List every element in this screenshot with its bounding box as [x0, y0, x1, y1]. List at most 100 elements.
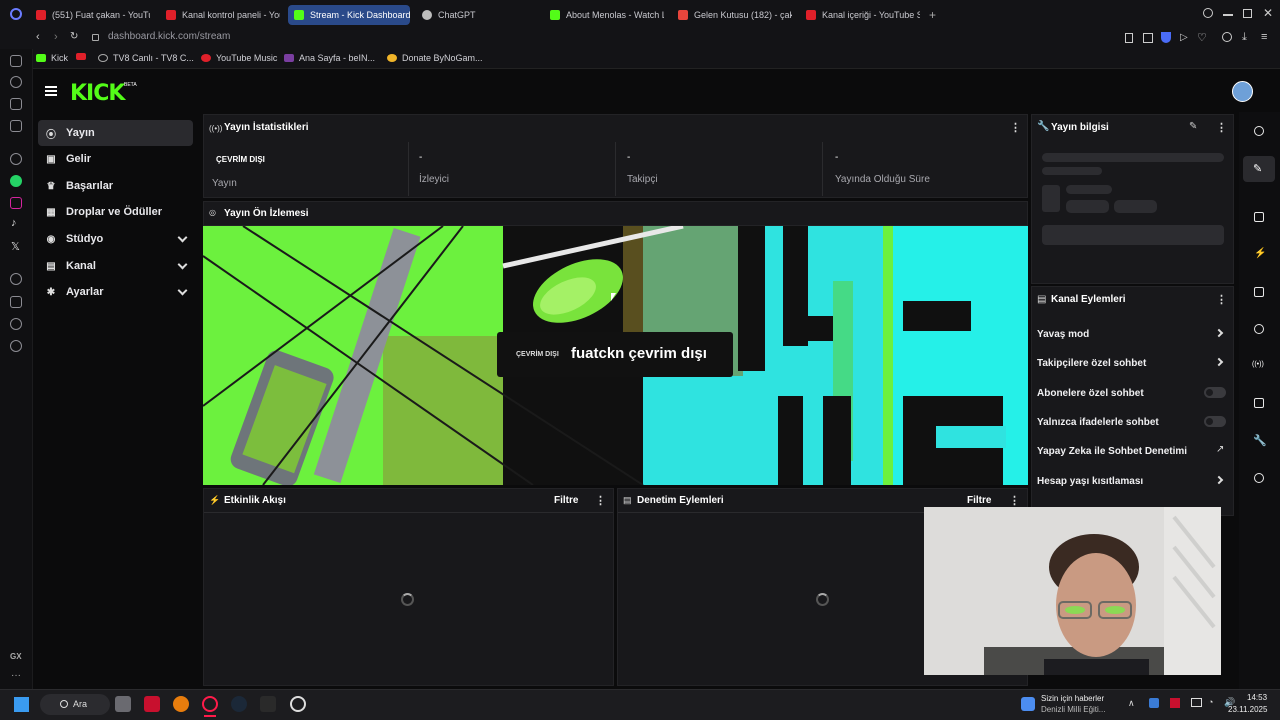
- minimize-icon[interactable]: [1223, 14, 1233, 16]
- download-icon[interactable]: ⤓: [1242, 31, 1247, 44]
- nav-item-studyo[interactable]: ◉ Stüdyo: [38, 226, 193, 252]
- reload-icon[interactable]: ↻: [70, 31, 78, 42]
- clipboard-icon[interactable]: [1254, 287, 1264, 297]
- heart-icon[interactable]: ♡: [1197, 31, 1207, 44]
- bookmark-youtube[interactable]: [76, 53, 86, 60]
- edit-icon[interactable]: ✎: [1253, 162, 1262, 175]
- messenger-m-icon[interactable]: [10, 120, 22, 132]
- stream-info-menu-icon[interactable]: ⋮: [1216, 121, 1227, 134]
- tiktok-icon[interactable]: ♪: [11, 217, 17, 229]
- maximize-icon[interactable]: [1243, 9, 1252, 18]
- channel-actions-menu-icon[interactable]: ⋮: [1216, 293, 1227, 306]
- emotes-only-toggle[interactable]: [1204, 416, 1226, 427]
- nav-item-basarilar[interactable]: ♛ Başarılar: [38, 173, 193, 199]
- bookmark-kick[interactable]: Kick: [36, 53, 68, 63]
- bolt-icon[interactable]: ⚡: [1254, 248, 1266, 259]
- vpn-shield-icon[interactable]: [1161, 32, 1171, 43]
- wrench-rail-icon[interactable]: 🔧: [1253, 434, 1267, 447]
- news-title[interactable]: Sizin için haberler: [1041, 694, 1104, 703]
- profile-icon[interactable]: [1222, 32, 1232, 42]
- file-explorer-icon[interactable]: [115, 696, 131, 712]
- browser-tab[interactable]: Kanal kontrol paneli - YouTube: [160, 5, 280, 25]
- tray-amd-icon[interactable]: [1170, 698, 1180, 708]
- taskbar-date[interactable]: 23.11.2025: [1228, 705, 1267, 714]
- browser-tab[interactable]: Kanal içeriği - YouTube St: [800, 5, 920, 25]
- browser-tab[interactable]: About Menolas - Watch L: [544, 5, 664, 25]
- apps-icon[interactable]: [10, 296, 22, 308]
- obs-icon[interactable]: [290, 696, 306, 712]
- hamburger-menu-icon[interactable]: [45, 86, 57, 96]
- music-icon[interactable]: [10, 273, 22, 285]
- windows-start-icon[interactable]: [14, 697, 29, 712]
- x-icon[interactable]: 𝕏: [11, 240, 20, 253]
- browser-tab-active[interactable]: Stream - Kick Dashboard: [288, 5, 410, 25]
- tray-monitor-icon[interactable]: [1191, 698, 1202, 707]
- tray-app-icon[interactable]: [1149, 698, 1159, 708]
- nav-item-yayin[interactable]: ⦿ Yayın: [38, 120, 193, 146]
- play-icon[interactable]: ▷: [1180, 32, 1188, 43]
- tray-network-icon[interactable]: ◔: [1208, 697, 1213, 707]
- bookmark-bein[interactable]: Ana Sayfa - beIN...: [284, 53, 375, 63]
- nav-item-gelir[interactable]: ▣ Gelir: [38, 146, 193, 172]
- external-link-icon[interactable]: ↗: [1216, 444, 1224, 455]
- info-icon[interactable]: [1254, 126, 1264, 136]
- kick-logo[interactable]: KICK: [70, 81, 125, 106]
- bookmark-tv8[interactable]: TV8 Canlı - TV8 C...: [98, 53, 194, 63]
- edit-pencil-icon[interactable]: ✎: [1189, 121, 1197, 132]
- tray-chevron-up-icon[interactable]: ∧: [1128, 698, 1135, 709]
- taskbar-time[interactable]: 14:53: [1247, 693, 1267, 702]
- nav-item-ayarlar[interactable]: ✱ Ayarlar: [38, 279, 193, 305]
- menu-icon[interactable]: ≡: [1261, 31, 1267, 43]
- chat-icon[interactable]: [1254, 324, 1264, 334]
- nav-item-droplar[interactable]: ▦ Droplar ve Ödüller: [38, 199, 193, 225]
- layout-icon[interactable]: [1254, 398, 1264, 408]
- chatgpt-sidebar-icon[interactable]: [10, 153, 22, 165]
- search-tabs-icon[interactable]: [1203, 8, 1213, 18]
- more-icon[interactable]: ···: [11, 670, 21, 681]
- url-text[interactable]: dashboard.kick.com/stream: [108, 31, 230, 42]
- instagram-icon[interactable]: [10, 197, 22, 209]
- nav-item-kanal[interactable]: ▤ Kanal: [38, 253, 193, 279]
- steam-icon[interactable]: [231, 696, 247, 712]
- blender-icon[interactable]: [173, 696, 189, 712]
- opera-gx-icon[interactable]: [202, 696, 218, 712]
- forward-icon[interactable]: ›: [54, 31, 58, 43]
- bookmark-youtube-music[interactable]: YouTube Music: [201, 53, 277, 63]
- close-window-icon[interactable]: ✕: [1263, 6, 1273, 20]
- user-avatar[interactable]: [1232, 81, 1253, 102]
- action-followers-only[interactable]: Takipçilere özel sohbet: [1037, 358, 1146, 369]
- action-slow-mode[interactable]: Yavaş mod: [1037, 329, 1089, 340]
- browser-tab[interactable]: (551) Fuat çakan - YouTube: [30, 5, 150, 25]
- activity-filter-button[interactable]: Filtre: [554, 495, 578, 506]
- action-ai-moderation[interactable]: Yapay Zeka ile Sohbet Denetimi: [1037, 446, 1187, 457]
- broadcast-rail-icon[interactable]: ((•)): [1252, 361, 1264, 368]
- back-icon[interactable]: ‹: [36, 31, 40, 43]
- stats-menu-icon[interactable]: ⋮: [1010, 121, 1021, 134]
- amd-icon[interactable]: [144, 696, 160, 712]
- epic-games-icon[interactable]: [260, 696, 276, 712]
- history-arrow-icon[interactable]: [10, 76, 22, 88]
- new-tab-icon[interactable]: +: [929, 8, 936, 22]
- gx-icon[interactable]: GX: [10, 652, 22, 661]
- action-account-age[interactable]: Hesap yaşı kısıtlaması: [1037, 476, 1143, 487]
- clock-icon[interactable]: [10, 318, 22, 330]
- aria-icon[interactable]: [10, 98, 22, 110]
- browser-tab[interactable]: ChatGPT: [416, 5, 536, 25]
- moderation-menu-icon[interactable]: ⋮: [1009, 494, 1020, 507]
- bookmark-icon[interactable]: [1125, 33, 1133, 43]
- action-emotes-only[interactable]: Yalnızca ifadelerle sohbet: [1037, 417, 1159, 428]
- browser-tab[interactable]: Gelen Kutusu (182) - çakan: [672, 5, 792, 25]
- whatsapp-icon[interactable]: [10, 175, 22, 187]
- opera-logo-icon[interactable]: [10, 8, 22, 20]
- moderation-filter-button[interactable]: Filtre: [967, 495, 991, 506]
- subscribers-only-toggle[interactable]: [1204, 387, 1226, 398]
- bookmark-bynogame[interactable]: Donate ByNoGam...: [387, 53, 483, 63]
- settings-gear-icon[interactable]: [10, 340, 22, 352]
- share-icon[interactable]: [1254, 473, 1264, 483]
- news-subtitle[interactable]: Denizli Milli Eğiti...: [1041, 705, 1105, 714]
- action-subscribers-only[interactable]: Abonelere özel sohbet: [1037, 388, 1144, 399]
- wallet-icon[interactable]: [10, 55, 22, 67]
- activity-menu-icon[interactable]: ⋮: [595, 494, 606, 507]
- snapshot-icon[interactable]: [1143, 33, 1153, 43]
- news-widget-icon[interactable]: [1021, 697, 1035, 711]
